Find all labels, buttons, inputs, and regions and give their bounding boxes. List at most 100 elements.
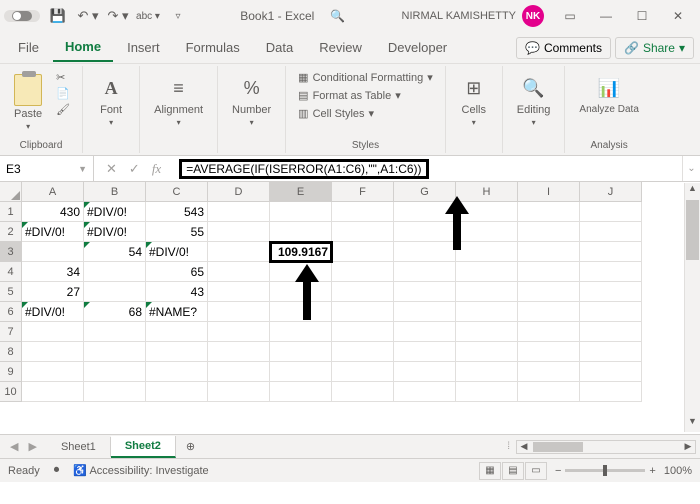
scroll-left-icon[interactable]: ◀ [517, 441, 531, 452]
cell-D4[interactable] [208, 262, 270, 282]
sheet-prev-icon[interactable]: ◀ [6, 438, 22, 455]
cell-J1[interactable] [580, 202, 642, 222]
cell-A10[interactable] [22, 382, 84, 402]
add-sheet-button[interactable]: ⊕ [176, 436, 205, 457]
scroll-down-icon[interactable]: ▼ [685, 416, 700, 432]
horizontal-scrollbar[interactable]: ◀ ▶ [516, 440, 696, 454]
user-account[interactable]: NIRMAL KAMISHETTY NK [402, 5, 545, 27]
qa-customize-icon[interactable]: ▿ [166, 4, 190, 28]
cell-C4[interactable]: 65 [146, 262, 208, 282]
zoom-slider-track[interactable] [565, 469, 645, 472]
cell-I6[interactable] [518, 302, 580, 322]
tab-home[interactable]: Home [53, 33, 113, 62]
number-button[interactable]: % Number ▾ [226, 70, 277, 131]
close-icon[interactable]: ✕ [660, 1, 696, 31]
accessibility-status[interactable]: ♿ Accessibility: Investigate [73, 464, 208, 477]
row-header[interactable]: 5 [0, 282, 22, 302]
analyze-data-button[interactable]: 📊 Analyze Data [573, 70, 644, 119]
cell-B10[interactable] [84, 382, 146, 402]
row-header[interactable]: 1 [0, 202, 22, 222]
cell-A6[interactable]: #DIV/0! [22, 302, 84, 322]
cell-C10[interactable] [146, 382, 208, 402]
autosave-toggle[interactable] [4, 10, 40, 22]
cell-F2[interactable] [332, 222, 394, 242]
cell-D3[interactable] [208, 242, 270, 262]
cell-B9[interactable] [84, 362, 146, 382]
cell-J10[interactable] [580, 382, 642, 402]
zoom-in-icon[interactable]: + [649, 465, 655, 477]
cell-C5[interactable]: 43 [146, 282, 208, 302]
alignment-button[interactable]: ≡ Alignment ▾ [148, 70, 209, 131]
cell-B4[interactable] [84, 262, 146, 282]
cell-E7[interactable] [270, 322, 332, 342]
conditional-formatting-button[interactable]: ▦ Conditional Formatting ▾ [294, 70, 437, 85]
cell-C6[interactable]: #NAME? [146, 302, 208, 322]
cell-A2[interactable]: #DIV/0! [22, 222, 84, 242]
column-header[interactable]: B [84, 182, 146, 202]
zoom-control[interactable]: − + [555, 465, 656, 477]
cell-C2[interactable]: 55 [146, 222, 208, 242]
tab-review[interactable]: Review [307, 34, 374, 61]
cell-F7[interactable] [332, 322, 394, 342]
macro-record-icon[interactable]: ⏺ [54, 464, 60, 477]
cell-I9[interactable] [518, 362, 580, 382]
cell-B2[interactable]: #DIV/0! [84, 222, 146, 242]
maximize-icon[interactable]: ☐ [624, 1, 660, 31]
copy-icon[interactable]: 📄 [52, 86, 74, 101]
cell-B8[interactable] [84, 342, 146, 362]
page-break-icon[interactable]: ▭ [525, 462, 547, 480]
cell-F4[interactable] [332, 262, 394, 282]
cell-J5[interactable] [580, 282, 642, 302]
cell-E3[interactable]: 109.9167 [270, 242, 332, 262]
row-header[interactable]: 8 [0, 342, 22, 362]
cell-B1[interactable]: #DIV/0! [84, 202, 146, 222]
cell-G7[interactable] [394, 322, 456, 342]
vertical-scrollbar[interactable]: ▲ ▼ [684, 183, 700, 432]
row-header[interactable]: 3 [0, 242, 22, 262]
scroll-thumb[interactable] [686, 200, 699, 260]
cell-C3[interactable]: #DIV/0! [146, 242, 208, 262]
formula-input[interactable]: =AVERAGE(IF(ISERROR(A1:C6),"",A1:C6)) [173, 156, 682, 181]
tab-insert[interactable]: Insert [115, 34, 172, 61]
editing-button[interactable]: 🔍 Editing ▾ [511, 70, 557, 131]
cell-D10[interactable] [208, 382, 270, 402]
cell-A7[interactable] [22, 322, 84, 342]
cell-C8[interactable] [146, 342, 208, 362]
row-header[interactable]: 7 [0, 322, 22, 342]
tab-data[interactable]: Data [254, 34, 305, 61]
cell-I10[interactable] [518, 382, 580, 402]
zoom-level[interactable]: 100% [664, 465, 692, 477]
fx-icon[interactable]: fx [152, 161, 161, 177]
cell-D2[interactable] [208, 222, 270, 242]
cells-button[interactable]: ⊞ Cells ▾ [454, 70, 494, 131]
column-header[interactable]: A [22, 182, 84, 202]
cell-A3[interactable] [22, 242, 84, 262]
cell-styles-button[interactable]: ▥ Cell Styles ▾ [294, 106, 437, 121]
cell-D9[interactable] [208, 362, 270, 382]
cell-C1[interactable]: 543 [146, 202, 208, 222]
row-header[interactable]: 6 [0, 302, 22, 322]
cancel-formula-icon[interactable]: ✕ [106, 161, 117, 177]
cell-G6[interactable] [394, 302, 456, 322]
ribbon-display-icon[interactable]: ▭ [552, 1, 588, 31]
cell-D6[interactable] [208, 302, 270, 322]
paste-button[interactable]: Paste ▾ [8, 70, 48, 135]
cell-D7[interactable] [208, 322, 270, 342]
format-painter-icon[interactable]: 🖌 [52, 102, 74, 117]
cell-J4[interactable] [580, 262, 642, 282]
sheet-nav[interactable]: ◀ ▶ [0, 438, 47, 455]
expand-formula-icon[interactable]: ⌄ [682, 156, 700, 181]
cell-E1[interactable] [270, 202, 332, 222]
cell-F8[interactable] [332, 342, 394, 362]
comments-button[interactable]: 💬 Comments [516, 37, 611, 59]
cut-icon[interactable]: ✂ [52, 70, 74, 85]
cell-J3[interactable] [580, 242, 642, 262]
cell-C9[interactable] [146, 362, 208, 382]
cell-H4[interactable] [456, 262, 518, 282]
cell-G8[interactable] [394, 342, 456, 362]
cell-F6[interactable] [332, 302, 394, 322]
format-as-table-button[interactable]: ▤ Format as Table ▾ [294, 88, 437, 103]
cell-J7[interactable] [580, 322, 642, 342]
cell-H8[interactable] [456, 342, 518, 362]
cell-E10[interactable] [270, 382, 332, 402]
